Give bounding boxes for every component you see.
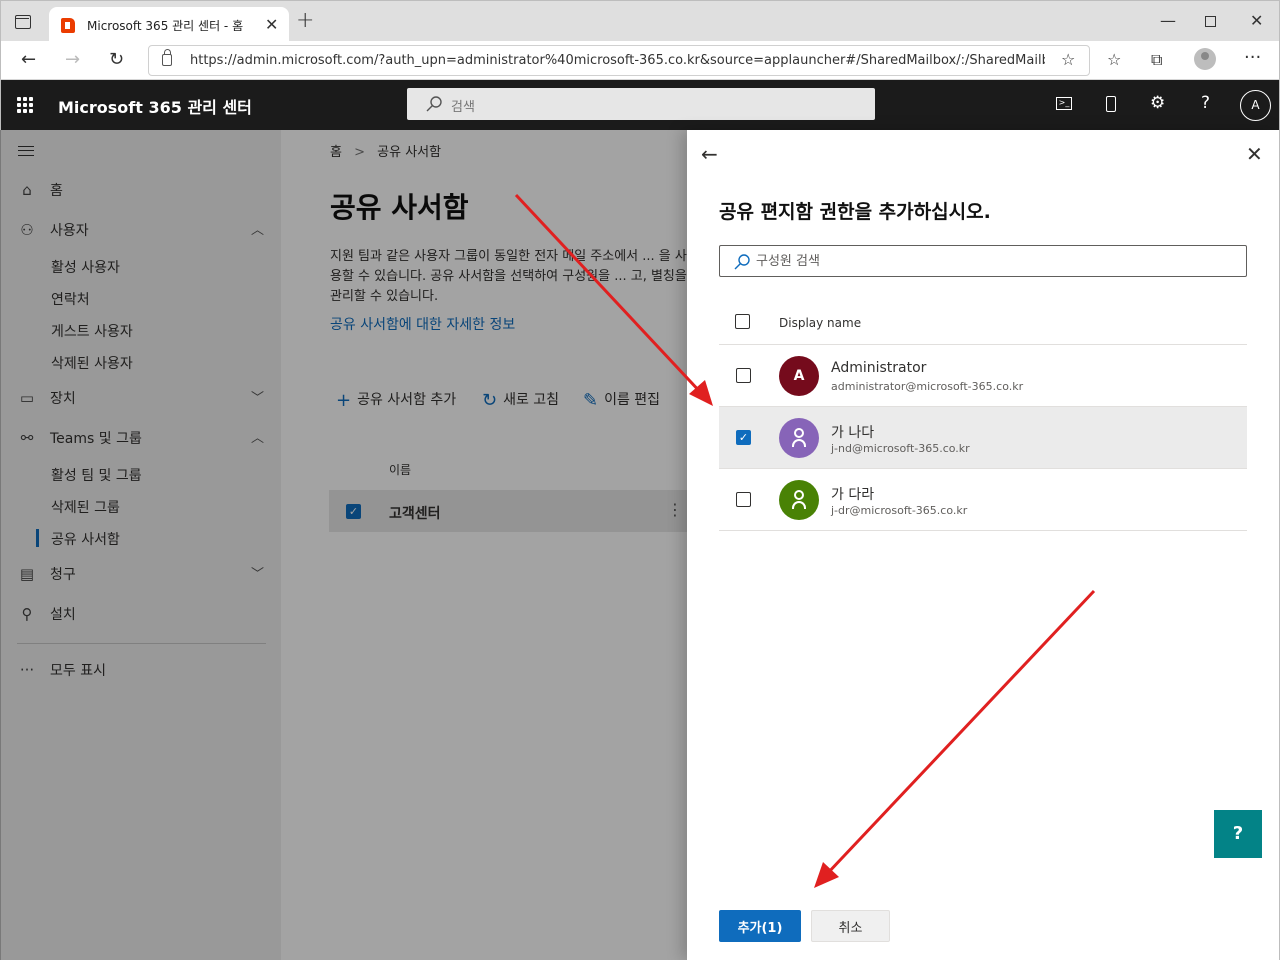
member-search-input[interactable] [756,250,1226,272]
member-name: Administrator [831,360,927,376]
modal-overlay[interactable] [0,130,687,960]
app-launcher-icon[interactable] [17,97,33,113]
profile-avatar[interactable] [1194,48,1216,70]
office-favicon-icon [61,18,75,33]
minimize-icon[interactable]: — [1160,11,1176,30]
new-tab-icon[interactable]: + [296,10,314,32]
window-close-icon[interactable]: ✕ [1250,11,1263,30]
back-arrow-icon[interactable]: ← [701,142,718,166]
collections-icon[interactable]: ⧉ [1151,50,1162,70]
column-header-display-name[interactable]: Display name [779,316,861,330]
account-avatar[interactable]: A [1240,90,1271,121]
select-all-checkbox[interactable] [735,314,750,329]
forward-icon[interactable]: → [65,49,80,70]
tab-close-icon[interactable]: ✕ [265,15,278,34]
browser-tab-bar: Microsoft 365 관리 센터 - 홈 ✕ + — ✕ [0,0,1280,42]
member-name: 가 다라 [831,487,875,503]
panel-title: 공유 편지함 권한을 추가하십시오. [719,201,991,223]
avatar [779,480,819,520]
browser-toolbar: ← → ↻ https://admin.microsoft.com/?auth_… [0,41,1280,80]
add-favorite-icon[interactable]: ☆ [1061,50,1075,69]
maximize-icon[interactable] [1205,16,1216,27]
cancel-button[interactable]: 취소 [811,910,890,942]
refresh-icon[interactable]: ↻ [109,49,124,70]
add-permission-panel: ← ✕ 공유 편지함 권한을 추가하십시오. Display name A Ad… [687,130,1280,960]
search-icon [426,96,442,112]
header-search-placeholder: 검색 [451,100,475,115]
member-email: j-nd@microsoft-365.co.kr [831,442,970,455]
browser-tab[interactable]: Microsoft 365 관리 센터 - 홈 ✕ [49,7,289,42]
m365-header: Microsoft 365 관리 센터 검색 >_ ⚙ ? A [0,80,1280,130]
member-email: j-dr@microsoft-365.co.kr [831,504,968,517]
mobile-icon[interactable] [1106,96,1116,112]
help-chat-icon[interactable]: ? [1214,810,1262,858]
lock-icon[interactable] [162,49,172,66]
member-email: administrator@microsoft-365.co.kr [831,380,1024,393]
address-bar[interactable]: https://admin.microsoft.com/?auth_upn=ad… [148,45,1090,76]
member-name: 가 나다 [831,425,875,441]
help-icon[interactable]: ? [1201,93,1210,113]
back-icon[interactable]: ← [21,49,36,70]
avatar [779,418,819,458]
member-checkbox[interactable]: ✓ [736,430,751,445]
app-title[interactable]: Microsoft 365 관리 센터 [58,94,252,118]
search-icon [734,254,750,270]
member-row[interactable]: 가 다라 j-dr@microsoft-365.co.kr [719,469,1247,531]
tab-actions-icon[interactable] [15,15,31,29]
member-search-box[interactable] [719,245,1247,277]
add-button[interactable]: 추가(1) [719,910,801,942]
avatar: A [779,356,819,396]
person-icon [792,428,806,448]
member-row[interactable]: ✓ 가 나다 j-nd@microsoft-365.co.kr [719,407,1247,469]
terminal-icon[interactable]: >_ [1056,97,1072,110]
member-row[interactable]: A Administrator administrator@microsoft-… [719,345,1247,407]
favorites-icon[interactable]: ☆ [1107,50,1121,69]
tab-title: Microsoft 365 관리 센터 - 홈 [87,19,244,33]
member-checkbox[interactable] [736,368,751,383]
settings-gear-icon[interactable]: ⚙ [1150,93,1165,113]
person-icon [792,490,806,510]
close-icon[interactable]: ✕ [1246,142,1263,166]
url-text[interactable]: https://admin.microsoft.com/?auth_upn=ad… [190,53,1045,68]
member-checkbox[interactable] [736,492,751,507]
header-search-box[interactable]: 검색 [407,88,875,120]
more-options-icon[interactable]: ··· [1244,47,1261,68]
